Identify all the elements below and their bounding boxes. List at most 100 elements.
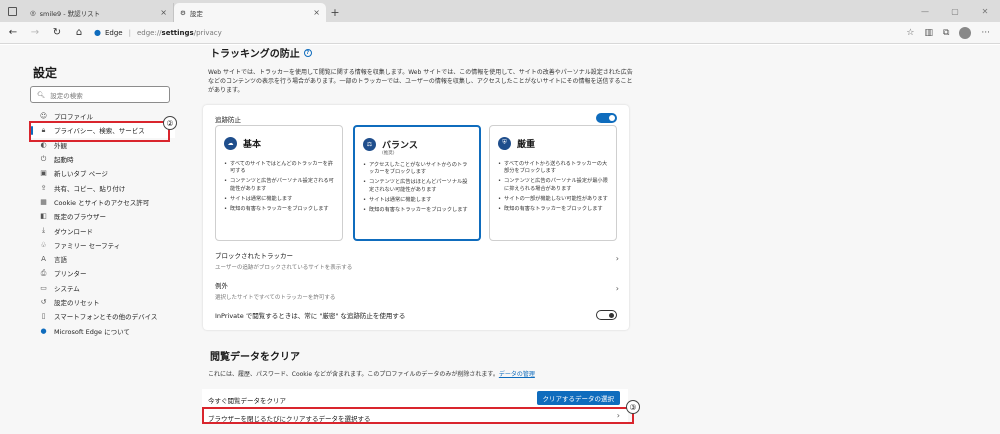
edge-icon: ● [94,28,101,37]
chevron-right-icon: › [615,284,619,293]
settings-search-input[interactable]: 🔍︎ 設定の検索 [30,86,170,103]
url-field[interactable]: ● Edge | edge://settings/privacy [94,25,898,41]
sidebar-item-label: 言語 [54,256,67,265]
manage-data-link[interactable]: データの管理 [499,371,535,378]
option-bullets: アクセスしたことがないサイトからのトラッカーをブロックしますコンテンツと広告はほ… [363,162,471,215]
browser-icon: ◧ [40,212,47,221]
sidebar-item[interactable]: ⏻ 起動時 [30,152,175,166]
sidebar-item[interactable]: ▯ スマートフォンとその他のデバイス [30,309,175,323]
new-tab-button[interactable]: + [326,3,344,22]
sidebar-item[interactable]: ↺ 設定のリセット [30,295,175,309]
address-bar: ← → ↻ ⌂ ● Edge | edge://settings/privacy… [0,22,1000,44]
tracking-option-strict[interactable]: ⛨ 厳重すべてのサイトから送られるトラッカーの大部分をブロックしますコンテンツと広… [489,125,617,241]
split-icon[interactable]: ▥ [924,28,933,38]
more-icon[interactable]: ··· [981,28,990,38]
newtab-icon: ▣ [40,169,47,178]
option-bullet: コンテンツと広告のパーソナル設定が最小限に抑えられる場合があります [498,178,608,193]
blocked-trackers-row[interactable]: ブロックされたトラッカー ユーザーの追跡がブロックされているサイトを表示する › [215,250,619,271]
sidebar-item-label: ダウンロード [54,227,93,236]
sidebar-item-label: 既定のブラウザー [54,213,106,222]
option-bullet: サイトの一部が機能しない可能性があります [498,196,608,204]
clear-desc-text: これには、履歴、パスワード、Cookie などが含まれます。このプロファイルのデ… [208,371,499,378]
close-icon[interactable]: × [313,8,320,17]
sidebar-item[interactable]: ♧ ファミリー セーフティ [30,238,175,252]
option-header: ☁ 基本 [224,136,334,150]
share-icon: ⇪ [40,183,47,192]
search-icon: 🔍︎ [37,90,46,99]
window-controls: — ▢ ✕ [910,0,1000,22]
avatar[interactable] [959,26,972,39]
family-icon: ♧ [40,240,47,249]
option-sub [517,149,608,155]
option-sub [243,149,334,155]
sidebar-item[interactable]: ▣ 新しいタブ ページ [30,166,175,180]
sidebar-item[interactable]: A 言語 [30,252,175,266]
option-bullet: サイトは通常に機能します [363,197,471,205]
sidebar-item[interactable]: ◧ 既定のブラウザー [30,209,175,223]
url-rest: /privacy [193,28,222,37]
exceptions-row[interactable]: 例外 選択したサイトですべてのトラッカーを許可する › [215,280,619,301]
tab-settings[interactable]: ⚙ 設定 × [174,3,326,22]
tracking-card: 追跡防止 ☁ 基本すべてのサイトではとんどのトラッカーを許可するコンテンツと広告が… [203,105,629,330]
download-icon: ⤓ [41,226,46,235]
tracking-toggle[interactable] [596,113,617,123]
close-window-icon[interactable]: ✕ [970,0,1000,22]
sidebar-item-label: Cookie とサイトのアクセス許可 [54,198,150,207]
favicon-icon: ◎ [30,8,36,17]
option-header: ⚖ バランス [363,137,471,151]
back-button[interactable]: ← [6,26,20,40]
sidebar-item[interactable]: ⇪ 共有、コピー、貼り付け [30,180,175,194]
help-icon[interactable]: ? [303,48,312,57]
tracking-description: Web サイトでは、トラッカーを使用して閲覧に関する情報を収集します。Web サ… [208,69,633,94]
site-label: Edge [104,28,123,37]
clear-now-label: 今すぐ閲覧データをクリア [208,397,286,405]
tracking-option-basic[interactable]: ☁ 基本すべてのサイトではとんどのトラッカーを許可するコンテンツと広告がパーソナル… [215,125,343,241]
language-icon: A [41,255,46,264]
sidebar-item[interactable]: ⤓ ダウンロード [30,223,175,237]
cookie-icon: ▦ [40,197,47,206]
reset-icon: ↺ [40,298,47,306]
forward-button[interactable]: → [28,26,42,40]
sidebar-item[interactable]: ▦ Cookie とサイトのアクセス許可 [30,195,175,209]
refresh-button[interactable]: ↻ [50,26,64,40]
tab-actions-button[interactable] [0,0,24,22]
power-icon: ⏻ [40,154,47,163]
gear-icon: ⚙ [180,8,186,17]
tracking-option-balanced[interactable]: ⚖ バランス(推奨) アクセスしたことがないサイトからのトラッカーをブロックしますコ… [353,125,481,241]
choose-data-button[interactable]: クリアするデータの選択 [536,391,620,405]
option-bullet: 既知の有害なトラッカーをブロックします [224,206,334,214]
printer-icon: ⎙ [40,268,47,277]
sidebar-item-label: プリンター [54,270,87,279]
sidebar-item-label: Microsoft Edge について [54,327,130,336]
exceptions-title: 例外 [215,282,228,290]
option-bullets: すべてのサイトから送られるトラッカーの大部分をブロックしますコンテンツと広告のパ… [498,161,608,214]
sidebar-item[interactable]: ▭ システム [30,281,175,295]
option-bullet: 既知の有害なトラッカーをブロックします [363,207,471,215]
option-name: 厳重 [517,139,536,150]
tab-title: smile9 - 默認リスト [39,9,101,18]
tracking-title-text: トラッキングの防止 [210,49,300,60]
sidebar-item-label: システム [54,284,80,293]
settings-sidebar: 設定 🔍︎ 設定の検索 ☺ プロファイル 🔒︎ プライバシー、検索、サービス ◐ 外観 ⏻ 起… [0,45,190,434]
option-bullet: サイトは通常に機能します [224,196,334,204]
tab-actions-icon [7,6,17,16]
sidebar-item-label: ファミリー セーフティ [54,241,121,250]
tab-smile9[interactable]: ◎ smile9 - 默認リスト × [24,3,174,22]
toolbar-right: ☆ ▥ ⧉ ··· [906,26,994,39]
home-button[interactable]: ⌂ [72,26,86,40]
inprivate-toggle[interactable] [596,310,617,320]
option-bullet: コンテンツと広告はほとんどパーソナル設定されない可能性があります [363,179,471,194]
collections-icon[interactable]: ⧉ [943,28,949,38]
sidebar-nav: ☺ プロファイル 🔒︎ プライバシー、検索、サービス ◐ 外観 ⏻ 起動時 ▣ 新しいタブ ページ… [30,109,175,338]
settings-main: トラッキングの防止 ? Web サイトでは、トラッカーを使用して閲覧に関する情報… [190,45,1000,434]
sidebar-item[interactable]: ⎙ プリンター [30,266,175,280]
inprivate-label: InPrivate で閲覧するときは、常に "厳密" な追跡防止を使用する [215,312,406,320]
favorite-star-icon[interactable]: ☆ [906,28,914,38]
blocked-title: ブロックされたトラッカー [215,252,293,260]
url-prefix: edge:// [136,28,162,37]
close-icon[interactable]: × [160,8,167,17]
sidebar-item[interactable]: ● Microsoft Edge について [30,323,175,337]
exceptions-sub: 選択したサイトですべてのトラッカーを許可する [215,295,336,301]
maximize-icon[interactable]: ▢ [940,0,970,22]
minimize-icon[interactable]: — [910,0,940,22]
